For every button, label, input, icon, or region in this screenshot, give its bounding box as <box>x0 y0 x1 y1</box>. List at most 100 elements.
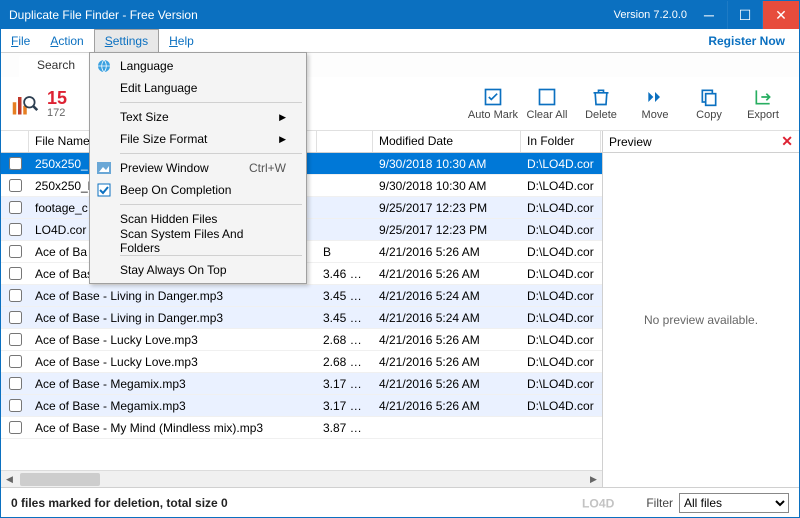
menu-settings[interactable]: Settings <box>94 29 159 52</box>
cell-date: 4/21/2016 5:26 AM <box>373 355 521 369</box>
auto-mark-button[interactable]: Auto Mark <box>467 81 519 127</box>
trash-icon <box>591 87 611 107</box>
row-checkbox[interactable] <box>1 223 29 236</box>
row-checkbox[interactable] <box>1 289 29 302</box>
copy-button[interactable]: Copy <box>683 81 735 127</box>
row-checkbox[interactable] <box>1 355 29 368</box>
window-title: Duplicate File Finder - Free Version <box>9 8 614 22</box>
row-checkbox[interactable] <box>1 179 29 192</box>
status-text: 0 files marked for deletion, total size … <box>11 496 582 510</box>
column-folder[interactable]: In Folder <box>521 131 601 152</box>
cell-size: 3.17 MB <box>317 399 373 413</box>
cell-date: 9/30/2018 10:30 AM <box>373 157 521 171</box>
cell-date: 4/21/2016 5:26 AM <box>373 267 521 281</box>
scroll-thumb[interactable] <box>20 473 100 486</box>
table-row[interactable]: Ace of Base - Lucky Love.mp32.68 MB4/21/… <box>1 351 602 373</box>
menu-language[interactable]: Language <box>92 55 304 77</box>
cell-folder: D:\LO4D.cor <box>521 245 601 259</box>
cell-date: 4/21/2016 5:24 AM <box>373 311 521 325</box>
export-button[interactable]: Export <box>737 81 789 127</box>
menu-beep[interactable]: Beep On Completion <box>92 179 304 201</box>
cell-folder: D:\LO4D.cor <box>521 333 601 347</box>
cell-name: Ace of Base - Lucky Love.mp3 <box>29 333 317 347</box>
row-checkbox[interactable] <box>1 333 29 346</box>
titlebar: Duplicate File Finder - Free Version Ver… <box>1 1 799 29</box>
cell-date: 4/21/2016 5:26 AM <box>373 333 521 347</box>
square-icon <box>537 87 557 107</box>
settings-dropdown: Language Edit Language Text Size ▶ File … <box>89 52 307 284</box>
cell-date: 4/21/2016 5:24 AM <box>373 289 521 303</box>
menu-action[interactable]: Action <box>40 29 93 52</box>
table-row[interactable]: Ace of Base - Living in Danger.mp33.45 M… <box>1 285 602 307</box>
cell-date: 9/30/2018 10:30 AM <box>373 179 521 193</box>
preview-pane: Preview ✕ No preview available. <box>603 131 799 487</box>
cell-date: 9/25/2017 12:23 PM <box>373 223 521 237</box>
menu-scan-system[interactable]: Scan System Files And Folders <box>92 230 304 252</box>
row-checkbox[interactable] <box>1 267 29 280</box>
delete-button[interactable]: Delete <box>575 81 627 127</box>
cell-folder: D:\LO4D.cor <box>521 399 601 413</box>
filter-select[interactable]: All files <box>679 493 789 513</box>
lo4d-watermark-icon: LO4D <box>582 493 638 513</box>
cell-name: Ace of Base - Living in Danger.mp3 <box>29 311 317 325</box>
row-checkbox[interactable] <box>1 311 29 324</box>
statusbar: 0 files marked for deletion, total size … <box>1 487 799 517</box>
cell-date: 4/21/2016 5:26 AM <box>373 245 521 259</box>
cell-folder: D:\LO4D.cor <box>521 201 601 215</box>
menu-edit-language[interactable]: Edit Language <box>92 77 304 99</box>
minimize-button[interactable]: ─ <box>691 1 727 29</box>
close-preview-button[interactable]: ✕ <box>781 133 793 150</box>
cell-folder: D:\LO4D.cor <box>521 179 601 193</box>
column-size[interactable] <box>317 131 373 152</box>
table-row[interactable]: Ace of Base - Living in Danger.mp33.45 M… <box>1 307 602 329</box>
cell-size: 3.45 MB <box>317 289 373 303</box>
row-checkbox[interactable] <box>1 157 29 170</box>
cell-size: B <box>317 245 373 259</box>
menu-help[interactable]: Help <box>159 29 204 52</box>
menu-file-size-format[interactable]: File Size Format ▶ <box>92 128 304 150</box>
menu-file[interactable]: File <box>1 29 40 52</box>
cell-date: 4/21/2016 5:26 AM <box>373 377 521 391</box>
cell-folder: D:\LO4D.cor <box>521 223 601 237</box>
clear-all-button[interactable]: Clear All <box>521 81 573 127</box>
row-checkbox[interactable] <box>1 421 29 434</box>
row-checkbox[interactable] <box>1 399 29 412</box>
menu-preview-window[interactable]: Preview Window Ctrl+W <box>92 157 304 179</box>
register-link[interactable]: Register Now <box>708 29 799 52</box>
menu-text-size[interactable]: Text Size ▶ <box>92 106 304 128</box>
row-checkbox[interactable] <box>1 201 29 214</box>
column-date[interactable]: Modified Date <box>373 131 521 152</box>
chevron-right-icon: ▶ <box>279 112 286 123</box>
close-button[interactable]: ✕ <box>763 1 799 29</box>
scroll-right-icon[interactable]: ▶ <box>585 474 602 485</box>
table-row[interactable]: Ace of Base - Megamix.mp33.17 MB4/21/201… <box>1 395 602 417</box>
table-row[interactable]: Ace of Base - My Mind (Mindless mix).mp3… <box>1 417 602 439</box>
table-row[interactable]: Ace of Base - Lucky Love.mp32.68 MB4/21/… <box>1 329 602 351</box>
cell-size: 3.45 MB <box>317 311 373 325</box>
cell-folder: D:\LO4D.cor <box>521 289 601 303</box>
scroll-left-icon[interactable]: ◀ <box>1 474 18 485</box>
cell-folder: D:\LO4D.cor <box>521 267 601 281</box>
version-text: Version 7.2.0.0 <box>614 9 687 21</box>
maximize-button[interactable]: ☐ <box>727 1 763 29</box>
move-button[interactable]: Move <box>629 81 681 127</box>
menu-stay-on-top[interactable]: Stay Always On Top <box>92 259 304 281</box>
move-icon <box>645 87 665 107</box>
cell-size: 2.68 MB <box>317 333 373 347</box>
copy-icon <box>699 87 719 107</box>
row-checkbox[interactable] <box>1 245 29 258</box>
summary-sub: 172 <box>47 107 67 119</box>
cell-date: 4/21/2016 5:26 AM <box>373 399 521 413</box>
cell-folder: D:\LO4D.cor <box>521 377 601 391</box>
cell-size: 3.87 MB <box>317 421 373 435</box>
svg-text:LO4D: LO4D <box>582 496 615 510</box>
cell-name: Ace of Base - Living in Danger.mp3 <box>29 289 317 303</box>
row-checkbox[interactable] <box>1 377 29 390</box>
tab-search[interactable]: Search <box>19 55 93 77</box>
cell-name: Ace of Base - My Mind (Mindless mix).mp3 <box>29 421 317 435</box>
column-checkbox[interactable] <box>1 131 29 152</box>
table-row[interactable]: Ace of Base - Megamix.mp33.17 MB4/21/201… <box>1 373 602 395</box>
horizontal-scrollbar[interactable]: ◀ ▶ <box>1 470 602 487</box>
globe-icon <box>92 55 116 77</box>
preview-empty-text: No preview available. <box>603 153 799 487</box>
